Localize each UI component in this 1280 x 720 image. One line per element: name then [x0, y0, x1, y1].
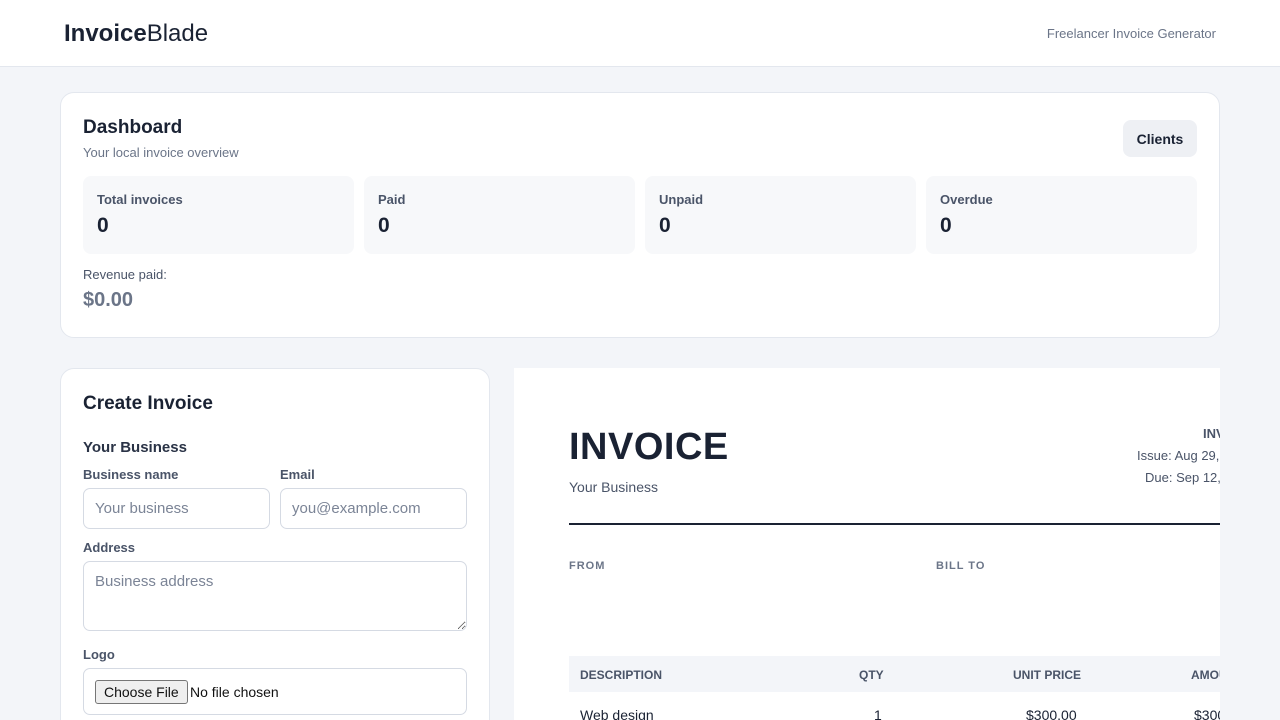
row-description: Web design: [580, 707, 654, 720]
dashboard-subtitle: Your local invoice overview: [83, 145, 239, 160]
column-unit-price: UNIT PRICE: [1013, 668, 1082, 682]
top-bar: InvoiceBlade Freelancer Invoice Generato…: [0, 0, 1280, 67]
column-amount: AMOU: [1191, 668, 1220, 682]
invoice-issue-date: Issue: Aug 29,: [1137, 448, 1220, 463]
brand-bold: Invoice: [64, 20, 147, 47]
column-description: DESCRIPTION: [580, 668, 663, 682]
brand-light: Blade: [146, 20, 209, 47]
invoice-heading: INVOICE: [569, 426, 729, 468]
business-name-label: Business name: [83, 467, 179, 482]
stats-row: Total invoices 0 Paid 0 Unpaid 0 Overdue…: [83, 176, 1197, 254]
choose-file-button[interactable]: Choose File: [95, 680, 188, 704]
invoice-divider: [569, 523, 1220, 525]
clients-button[interactable]: Clients: [1123, 120, 1197, 157]
business-name-input[interactable]: [83, 488, 270, 529]
file-status: No file chosen: [190, 684, 279, 700]
row-qty: 1: [874, 707, 882, 720]
stat-value: 0: [378, 214, 390, 237]
stat-overdue: Overdue 0: [926, 176, 1197, 254]
email-input[interactable]: [280, 488, 467, 529]
invoice-preview: INVOICE Your Business INV Issue: Aug 29,…: [514, 368, 1220, 720]
stat-paid: Paid 0: [364, 176, 635, 254]
dashboard-card: Dashboard Your local invoice overview Cl…: [60, 92, 1220, 338]
address-textarea[interactable]: [83, 561, 467, 631]
stat-unpaid: Unpaid 0: [645, 176, 916, 254]
app-tagline: Freelancer Invoice Generator: [1046, 26, 1216, 41]
stat-label: Total invoices: [97, 192, 183, 207]
brand-logo[interactable]: InvoiceBlade: [64, 20, 208, 48]
stat-value: 0: [97, 214, 109, 237]
logo-file-input[interactable]: Choose File No file chosen: [83, 668, 467, 715]
revenue-value: $0.00: [83, 289, 134, 311]
invoice-due-date: Due: Sep 12,: [1145, 470, 1220, 485]
stat-label: Unpaid: [659, 192, 704, 207]
invoice-number: INV: [1203, 426, 1220, 441]
invoice-business-name: Your Business: [569, 479, 658, 495]
business-section-heading: Your Business: [83, 439, 187, 456]
create-invoice-title: Create Invoice: [83, 393, 213, 414]
dashboard-title: Dashboard: [83, 117, 183, 138]
stat-label: Overdue: [940, 192, 993, 207]
create-invoice-card: Create Invoice Your Business Business na…: [60, 368, 490, 720]
row-unit-price: $300.00: [1026, 707, 1077, 720]
line-items-header: DESCRIPTION QTY UNIT PRICE AMOU: [569, 656, 1220, 692]
column-qty: QTY: [859, 668, 884, 682]
bill-to-label: BILL TO: [936, 560, 986, 572]
from-label: FROM: [569, 560, 606, 572]
email-label: Email: [280, 467, 315, 482]
stat-total-invoices: Total invoices 0: [83, 176, 354, 254]
stat-value: 0: [940, 214, 952, 237]
address-label: Address: [83, 540, 136, 555]
stat-label: Paid: [378, 192, 406, 207]
revenue-label: Revenue paid:: [83, 267, 167, 282]
logo-label: Logo: [83, 647, 115, 662]
row-amount: $300: [1194, 707, 1220, 720]
stat-value: 0: [659, 214, 671, 237]
